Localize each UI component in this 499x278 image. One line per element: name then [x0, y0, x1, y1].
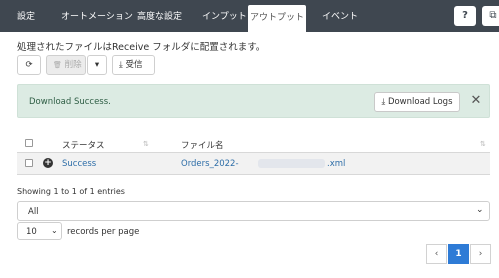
filter-select[interactable]: All ⌄	[17, 201, 490, 221]
tab-advanced-settings[interactable]: 高度な設定	[137, 0, 182, 32]
close-icon[interactable]: ✕	[469, 93, 483, 109]
tab-output[interactable]: アウトプット	[248, 5, 306, 32]
records-per-page-label: records per page	[67, 227, 140, 237]
tab-settings[interactable]: 設定	[17, 0, 35, 32]
refresh-button[interactable]: ⟳	[17, 55, 41, 75]
help-icon[interactable]: ?	[454, 6, 476, 26]
tab-events[interactable]: イベント	[322, 0, 358, 32]
success-alert: Download Success. ⤓ Download Logs ✕	[17, 84, 490, 118]
row-divider	[17, 174, 490, 175]
tab-input[interactable]: インプット	[202, 0, 247, 32]
pagination-prev-button[interactable]: ‹	[426, 244, 447, 264]
receive-button[interactable]: ⤓ 受信	[112, 55, 155, 75]
select-all-checkbox[interactable]	[25, 139, 33, 147]
column-header-status[interactable]: ステータス	[62, 139, 105, 151]
trash-icon: 🗑	[53, 61, 62, 69]
download-logs-label: Download Logs	[387, 97, 453, 107]
row-filename-prefix[interactable]: Orders_2022-	[181, 159, 239, 169]
chevron-down-icon: ⌄	[51, 226, 58, 235]
external-link-icon[interactable]: ⧉	[482, 6, 499, 26]
expand-icon[interactable]: +	[43, 158, 53, 168]
delete-dropdown-button[interactable]: ▾	[87, 55, 107, 75]
download-logs-button[interactable]: ⤓ Download Logs	[374, 92, 460, 112]
pagination-page-1[interactable]: 1	[448, 244, 469, 264]
entries-info: Showing 1 to 1 of 1 entries	[17, 187, 125, 196]
row-filename-suffix[interactable]: .xml	[327, 159, 345, 169]
receive-label: 受信	[125, 60, 143, 70]
sort-icon[interactable]: ⇅	[480, 140, 486, 148]
column-header-filename[interactable]: ファイル名	[181, 139, 224, 151]
delete-button[interactable]: 🗑 削除	[46, 55, 86, 75]
chevron-down-icon: ▾	[94, 60, 100, 70]
pagination-next-button[interactable]: ›	[470, 244, 491, 264]
info-text: 処理されたファイルはReceive フォルダに配置されます。	[17, 42, 266, 53]
row-checkbox[interactable]	[25, 159, 33, 167]
filter-value: All	[28, 207, 39, 217]
row-status: Success	[62, 159, 97, 169]
download-icon: ⤓	[381, 97, 386, 107]
delete-label: 削除	[64, 60, 82, 70]
alert-message: Download Success.	[29, 97, 111, 107]
page-length-value: 10	[26, 227, 37, 237]
table-row[interactable]: + Success Orders_2022- .xml	[17, 153, 490, 174]
sort-icon[interactable]: ⇅	[143, 140, 149, 148]
download-icon: ⤓	[119, 60, 123, 70]
top-navigation: 設定 オートメーション 高度な設定 インプット アウトプット イベント ? ⧉	[0, 0, 499, 32]
tab-automation[interactable]: オートメーション	[61, 0, 133, 32]
chevron-down-icon: ⌄	[476, 205, 484, 215]
page-length-select[interactable]: 10 ⌄	[17, 222, 62, 240]
redacted-filename-part	[258, 159, 325, 168]
refresh-icon: ⟳	[25, 60, 33, 70]
